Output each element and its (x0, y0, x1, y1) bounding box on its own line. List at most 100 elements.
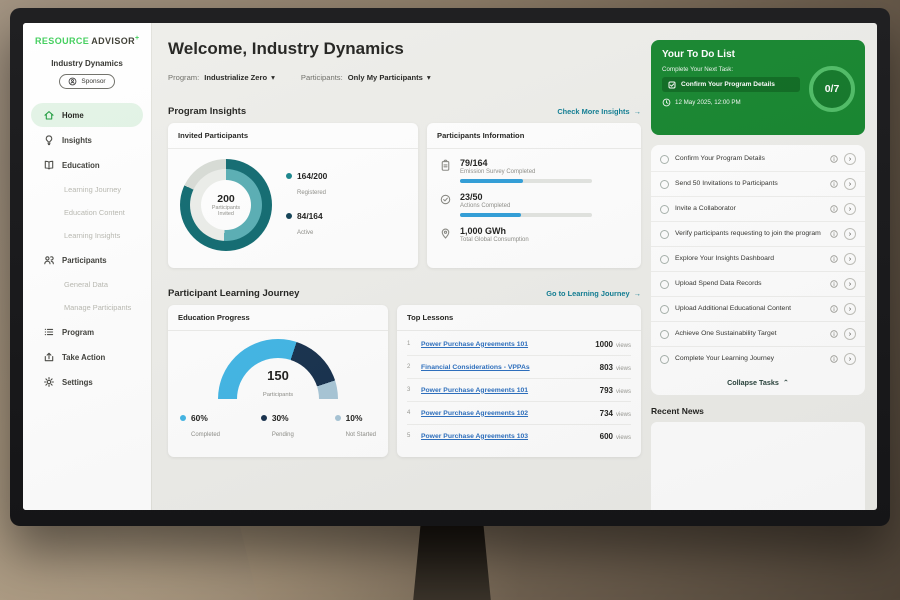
task-checkbox[interactable] (660, 255, 669, 264)
task-checkbox[interactable] (660, 330, 669, 339)
sidebar-item-participants[interactable]: Participants (31, 248, 143, 272)
participants-select[interactable]: Only My Participants ▾ (348, 73, 431, 82)
task-row-upload-educational-content[interactable]: Upload Additional Educational Content › (651, 296, 865, 321)
gauge-legend: 60%Completed 30%Pending (168, 413, 388, 441)
sidebar-item-program[interactable]: Program (31, 320, 143, 344)
info-icon[interactable] (830, 155, 838, 163)
task-checkbox[interactable] (660, 355, 669, 364)
chevron-right-icon[interactable]: › (844, 153, 856, 165)
lesson-views-value: 1000 (595, 340, 613, 349)
task-label: Explore Your Insights Dashboard (675, 255, 824, 264)
lesson-rank: 4 (407, 410, 415, 416)
chevron-right-icon[interactable]: › (844, 253, 856, 265)
lesson-views-label: views (616, 366, 631, 372)
info-icon[interactable] (830, 205, 838, 213)
chevron-right-icon[interactable]: › (844, 328, 856, 340)
info-icon[interactable] (830, 280, 838, 288)
lesson-row: 1 Power Purchase Agreements 101 1000view… (407, 333, 631, 356)
gauge-center: 150 Participants (218, 368, 338, 401)
sidebar-item-insights[interactable]: Insights (31, 128, 143, 152)
task-row-complete-learning-journey[interactable]: Complete Your Learning Journey › (651, 346, 865, 371)
info-icon[interactable] (830, 255, 838, 263)
card-title: Invited Participants (168, 123, 418, 149)
task-row-explore-insights[interactable]: Explore Your Insights Dashboard › (651, 246, 865, 271)
card-title: Education Progress (168, 305, 388, 331)
info-icon[interactable] (830, 230, 838, 238)
task-row-invite-collaborator[interactable]: Invite a Collaborator › (651, 196, 865, 221)
clock-icon (662, 98, 671, 107)
info-icon[interactable] (830, 305, 838, 313)
task-row-confirm-program[interactable]: Confirm Your Program Details › (651, 147, 865, 171)
metric-value: 79/164 (460, 158, 592, 168)
filter-bar: Program: Industrialize Zero ▾ Participan… (168, 73, 641, 82)
lesson-views-value: 600 (600, 432, 613, 441)
program-select-value: Industrialize Zero (204, 73, 267, 82)
todo-summary-card: Your To Do List Complete Your Next Task:… (651, 40, 865, 135)
chevron-right-icon[interactable]: › (844, 353, 856, 365)
chevron-right-icon[interactable]: › (844, 278, 856, 290)
task-label: Upload Spend Data Records (675, 280, 824, 289)
lightbulb-icon (43, 134, 55, 146)
todo-task-list: Confirm Your Program Details › Send 50 I… (651, 145, 865, 395)
task-row-upload-spend-data[interactable]: Upload Spend Data Records › (651, 271, 865, 296)
sidebar-item-label: Program (62, 328, 94, 337)
task-checkbox[interactable] (660, 205, 669, 214)
task-checkbox[interactable] (660, 305, 669, 314)
task-row-achieve-sustainability-target[interactable]: Achieve One Sustainability Target › (651, 321, 865, 346)
sidebar-item-label: Learning Insights (64, 231, 120, 240)
sidebar-item-education[interactable]: Education (31, 153, 143, 177)
lesson-link[interactable]: Financial Considerations - VPPAs (421, 364, 594, 371)
info-icon[interactable] (830, 355, 838, 363)
task-row-send-invitations[interactable]: Send 50 Invitations to Participants › (651, 171, 865, 196)
lesson-views-label: views (616, 389, 631, 395)
task-row-verify-participants[interactable]: Verify participants requesting to join t… (651, 221, 865, 246)
clipboard-icon (439, 159, 452, 172)
task-label: Upload Additional Educational Content (675, 305, 824, 314)
chevron-right-icon[interactable]: › (844, 203, 856, 215)
chevron-right-icon[interactable]: › (844, 303, 856, 315)
photo-background: RESOURCEADVISOR+ Industry Dynamics Spons… (0, 0, 900, 600)
lesson-row: 5 Power Purchase Agreements 103 600views (407, 425, 631, 447)
sidebar-item-label: Education (62, 161, 100, 170)
education-progress-gauge-chart: 150 Participants (218, 339, 338, 401)
map-pin-icon (439, 227, 452, 240)
info-icon[interactable] (830, 330, 838, 338)
task-checkbox[interactable] (660, 180, 669, 189)
check-more-insights-link[interactable]: Check More Insights → (557, 107, 641, 116)
lesson-link[interactable]: Power Purchase Agreements 102 (421, 410, 594, 417)
program-select[interactable]: Industrialize Zero ▾ (204, 73, 275, 82)
chevron-right-icon[interactable]: › (844, 228, 856, 240)
sidebar-nav: Home Insights Education Learning Journey… (23, 103, 151, 394)
recent-news-title: Recent News (651, 406, 865, 416)
legend-item-active: 84/164 Active (286, 211, 327, 239)
link-label: Check More Insights (557, 107, 629, 116)
task-checkbox[interactable] (660, 230, 669, 239)
sidebar-item-general-data[interactable]: General Data (31, 273, 143, 296)
sidebar-item-home[interactable]: Home (31, 103, 143, 127)
sidebar-item-take-action[interactable]: Take Action (31, 345, 143, 369)
sidebar-item-learning-insights[interactable]: Learning Insights (31, 224, 143, 247)
sidebar-item-education-content[interactable]: Education Content (31, 201, 143, 224)
task-checkbox[interactable] (660, 155, 669, 164)
metric-value: 1,000 GWh (460, 226, 529, 236)
lesson-rank: 1 (407, 341, 415, 347)
todo-next-task-label: Confirm Your Program Details (681, 81, 775, 88)
sidebar-item-learning-journey[interactable]: Learning Journey (31, 178, 143, 201)
lesson-link[interactable]: Power Purchase Agreements 101 (421, 341, 589, 348)
legend-dot (286, 213, 292, 219)
list-icon (43, 326, 55, 338)
participants-filter-label: Participants: (301, 73, 343, 82)
info-icon[interactable] (830, 180, 838, 188)
app-logo: RESOURCEADVISOR+ (23, 23, 151, 46)
lesson-link[interactable]: Power Purchase Agreements 103 (421, 433, 594, 440)
sidebar-item-label: Insights (62, 136, 92, 145)
lesson-link[interactable]: Power Purchase Agreements 101 (421, 387, 594, 394)
sidebar-item-label: Settings (62, 378, 93, 387)
chevron-right-icon[interactable]: › (844, 178, 856, 190)
collapse-tasks-button[interactable]: Collapse Tasks ⌃ (651, 371, 865, 393)
go-to-learning-journey-link[interactable]: Go to Learning Journey → (546, 289, 641, 298)
lesson-rank: 5 (407, 433, 415, 439)
sidebar-item-manage-participants[interactable]: Manage Participants (31, 296, 143, 319)
task-checkbox[interactable] (660, 280, 669, 289)
sidebar-item-settings[interactable]: Settings (31, 370, 143, 394)
